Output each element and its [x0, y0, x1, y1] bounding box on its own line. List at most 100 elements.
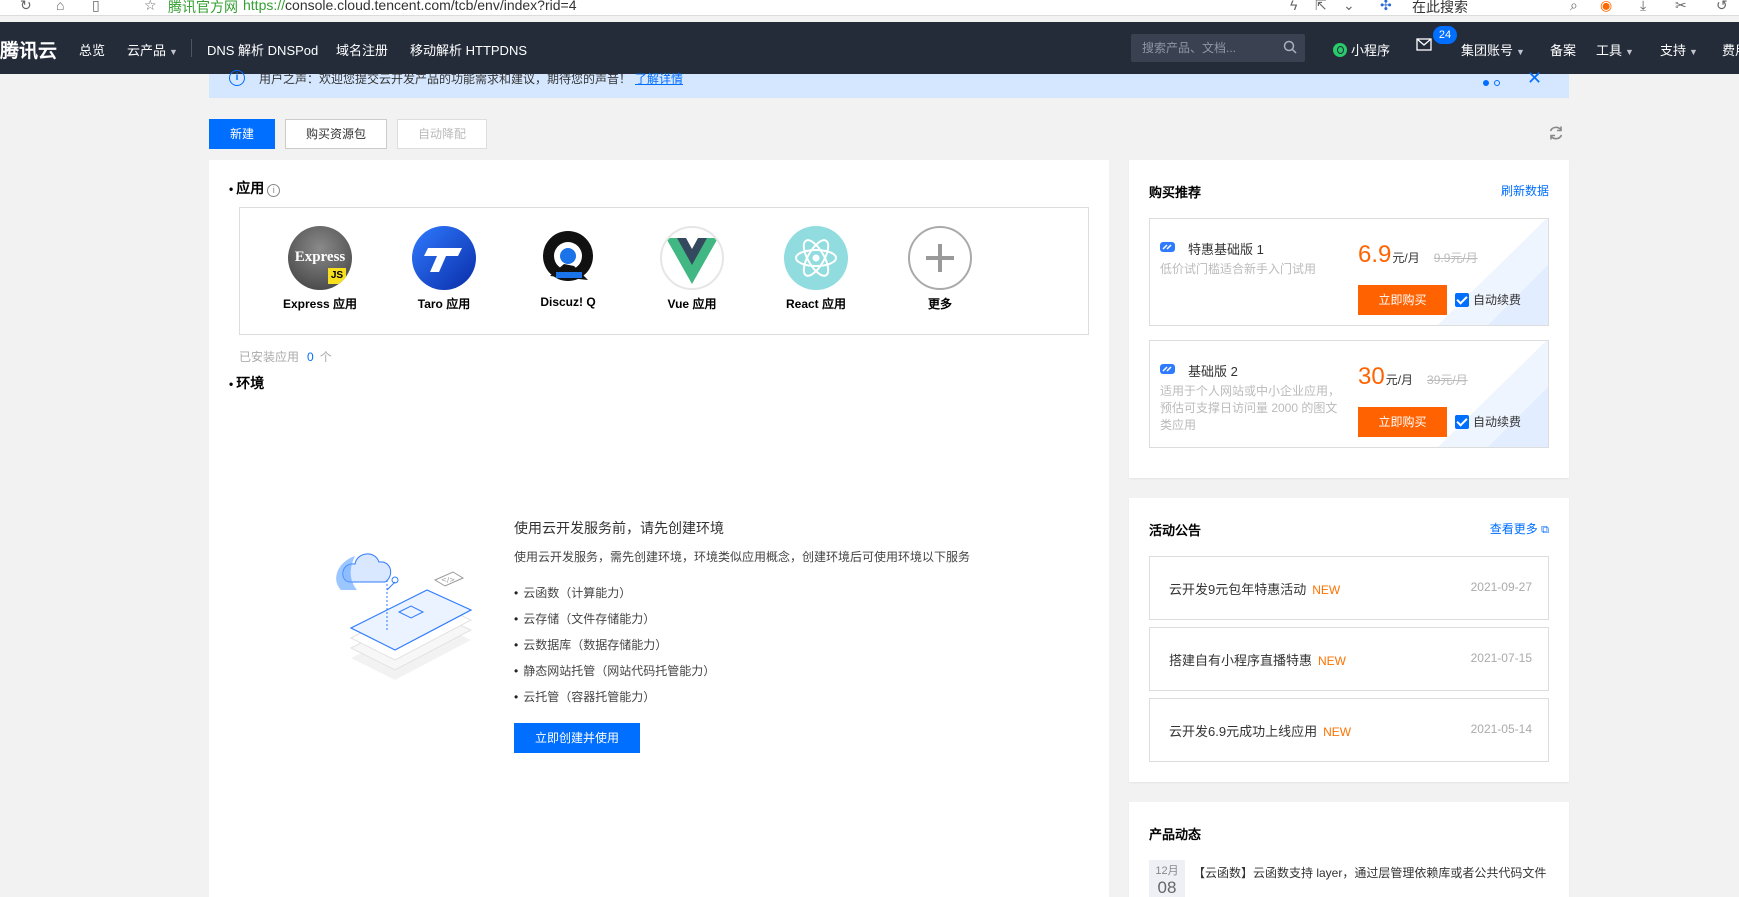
browser-search[interactable]: 在此搜索 [1412, 0, 1468, 17]
nav-search[interactable] [1131, 34, 1305, 62]
nav-tools[interactable]: 工具 ▼ [1596, 40, 1634, 59]
news-item-link[interactable]: 【云函数】云函数支持 layer，通过层管理依赖库或者公共代码文件 [1193, 864, 1546, 881]
site-name[interactable]: 腾讯官方网 [168, 0, 238, 17]
browser-toolbar: ↻ ⌂ ▯ ☆ 腾讯官方网 https://console.cloud.tenc… [0, 0, 1739, 16]
app-label: 更多 [927, 297, 952, 311]
app-vue[interactable]: Vue 应用 [637, 226, 747, 312]
card-title: 产品动态 [1149, 827, 1202, 842]
announcement-item[interactable]: 云开发6.9元成功上线应用 NEW 2021-05-14 [1149, 698, 1549, 762]
list-item: 静态网站托管（网站代码托管能力） [514, 658, 715, 684]
create-env-button[interactable]: 立即创建并使用 [514, 723, 640, 753]
paw-icon[interactable]: ✣ [1380, 0, 1392, 14]
nav-products[interactable]: 云产品 ▼ [127, 40, 178, 59]
nav-httpdns[interactable]: 移动解析 HTTPDNS [410, 40, 527, 59]
discuz-logo-icon [536, 226, 600, 290]
external-link-icon: ⧉ [1541, 524, 1549, 536]
vue-logo-icon [660, 226, 724, 290]
announcements-card: 活动公告 查看更多 ⧉ 云开发9元包年特惠活动 NEW 2021-09-27 搭建… [1129, 498, 1569, 782]
app-label: Vue 应用 [667, 297, 717, 311]
mini-program-icon [1333, 43, 1347, 57]
announcement-date: 2021-07-15 [1470, 651, 1532, 665]
nav-dns[interactable]: DNS 解析 DNSPod [207, 40, 318, 59]
express-logo-icon: Express JS [288, 226, 352, 290]
list-item: 云数据库（数据存储能力） [514, 632, 715, 658]
react-logo-icon [784, 226, 848, 290]
address-bar[interactable]: https://console.cloud.tencent.com/tcb/en… [243, 0, 577, 13]
new-button[interactable]: 新建 [209, 119, 275, 149]
buy-now-button[interactable]: 立即购买 [1358, 407, 1447, 437]
news-date: 12月 08 [1149, 860, 1185, 897]
list-item: 云函数（计算能力） [514, 580, 715, 606]
carousel-dots[interactable] [1483, 74, 1505, 89]
package-desc: 低价试门槛适合新手入门试用 [1160, 262, 1317, 276]
nav-billing[interactable]: 费用 [1722, 40, 1739, 59]
package-icon [1160, 364, 1175, 374]
app-more[interactable]: 更多 [885, 226, 995, 312]
purchase-recommend-card: 购买推荐 刷新数据 特惠基础版 1 低价试门槛适合新手入门试用 6.9元/月 9.… [1129, 160, 1569, 478]
notice-link[interactable]: 了解详情 [635, 72, 683, 86]
star-icon[interactable]: ☆ [144, 0, 157, 14]
announcement-date: 2021-09-27 [1470, 580, 1532, 594]
taro-logo-icon [412, 226, 476, 290]
carousel-dot [1494, 80, 1500, 86]
search-icon[interactable] [1283, 40, 1297, 54]
info-icon: i [229, 70, 245, 86]
env-section-title: • 环境 [229, 375, 265, 391]
checkbox-icon [1455, 293, 1469, 307]
brand-logo[interactable]: 腾讯云 [0, 36, 57, 63]
new-tag: NEW [1318, 654, 1347, 668]
scissors-icon[interactable]: ✂ [1675, 0, 1687, 14]
new-tag: NEW [1323, 725, 1352, 739]
product-news-card: 产品动态 12月 08 【云函数】云函数支持 layer，通过层管理依赖库或者公… [1129, 802, 1569, 897]
nav-record[interactable]: 备案 [1550, 40, 1576, 59]
announcement-item[interactable]: 搭建自有小程序直播特惠 NEW 2021-07-15 [1149, 627, 1549, 691]
close-icon[interactable]: ✕ [1527, 68, 1542, 89]
nav-overview[interactable]: 总览 [79, 40, 105, 59]
buy-resource-pack-button[interactable]: 购买资源包 [285, 119, 387, 149]
refresh-icon[interactable] [1547, 124, 1565, 142]
chevron-down-icon: ▼ [169, 47, 178, 57]
card-title: 购买推荐 [1149, 185, 1202, 200]
announcement-date: 2021-05-14 [1470, 722, 1532, 736]
home-icon[interactable]: ⌂ [56, 0, 64, 13]
download-icon[interactable]: ⤓ [1640, 0, 1646, 14]
package-name: 基础版 2 [1188, 364, 1238, 379]
nav-group-account[interactable]: 集团账号 ▼ [1461, 40, 1525, 59]
view-more-link[interactable]: 查看更多 ⧉ [1490, 520, 1549, 537]
app-express[interactable]: Express JS Express 应用 [265, 226, 375, 312]
list-item: 云托管（容器托管能力） [514, 684, 715, 710]
app-discuz[interactable]: Discuz! Q [513, 226, 623, 309]
auto-renew-checkbox[interactable]: 自动续费 [1455, 413, 1521, 430]
mail-count-badge: 24 [1433, 26, 1457, 44]
app-react[interactable]: React 应用 [761, 226, 871, 312]
share-icon[interactable]: ⇱ [1315, 0, 1327, 14]
refresh-data-link[interactable]: 刷新数据 [1501, 182, 1549, 199]
search-input[interactable] [1131, 34, 1281, 62]
info-icon[interactable]: i [267, 184, 281, 197]
card-title: 活动公告 [1149, 523, 1202, 538]
game-icon[interactable]: ◉ [1600, 0, 1612, 14]
chevron-down-icon[interactable]: ⌄ [1343, 0, 1355, 14]
nav-support[interactable]: 支持 ▼ [1660, 40, 1698, 59]
package-icon [1160, 242, 1175, 252]
reader-icon[interactable]: ▯ [92, 0, 100, 14]
undo-icon[interactable]: ↺ [1716, 0, 1728, 14]
package-desc: 适用于个人网站或中小企业应用，预估可支撑日访问量 2000 的图文类应用 [1160, 384, 1341, 432]
search-icon[interactable]: ⌕ [1570, 0, 1578, 14]
announcement-item[interactable]: 云开发9元包年特惠活动 NEW 2021-09-27 [1149, 556, 1549, 620]
mail-icon[interactable] [1416, 38, 1432, 54]
auto-downgrade-button[interactable]: 自动降配 [397, 119, 487, 149]
app-label: Discuz! Q [540, 295, 596, 309]
lightning-icon[interactable]: ϟ [1290, 0, 1297, 13]
main-panel: • 应用 i Express JS Express 应用 Taro 应用 Discu… [209, 160, 1109, 897]
nav-domain[interactable]: 域名注册 [336, 40, 388, 59]
app-label: Express 应用 [282, 297, 358, 311]
app-taro[interactable]: Taro 应用 [389, 226, 499, 312]
buy-now-button[interactable]: 立即购买 [1358, 285, 1447, 315]
auto-renew-checkbox[interactable]: 自动续费 [1455, 291, 1521, 308]
new-tag: NEW [1312, 583, 1341, 597]
package-name: 特惠基础版 1 [1188, 242, 1264, 257]
nav-mini-program[interactable]: 小程序 [1333, 40, 1390, 59]
reload-icon[interactable]: ↻ [20, 0, 32, 14]
app-label: React 应用 [785, 297, 847, 311]
